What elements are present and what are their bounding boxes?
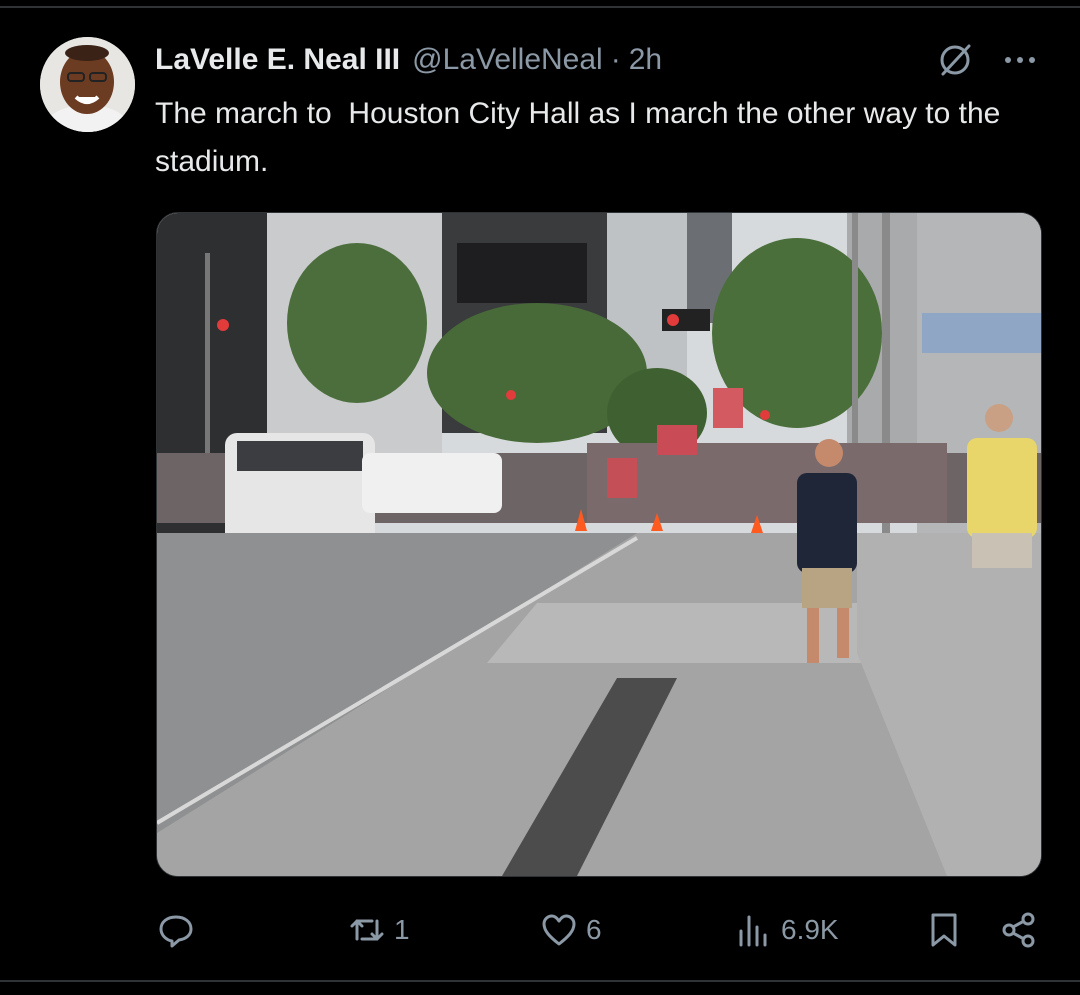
top-divider xyxy=(0,6,1080,8)
tweet-actions: 1 6 6.9K xyxy=(0,905,1080,955)
tweet-text: The march to Houston City Hall as I marc… xyxy=(155,97,1009,178)
tweet-header: LaVelle E. Neal III @LaVelleNeal · 2h xyxy=(155,40,662,80)
repost-count: 1 xyxy=(394,914,410,945)
grok-icon[interactable] xyxy=(935,40,975,80)
author-display-name[interactable]: LaVelle E. Neal III xyxy=(155,43,400,77)
reply-button[interactable] xyxy=(157,905,203,955)
author-handle[interactable]: @LaVelleNeal xyxy=(412,43,603,77)
header-separator: · xyxy=(610,43,621,76)
views-count: 6.9K xyxy=(781,914,839,945)
repost-icon xyxy=(350,919,384,941)
views-icon xyxy=(739,915,767,947)
tweet-photo[interactable] xyxy=(156,212,1042,877)
avatar[interactable] xyxy=(40,37,135,132)
reply-icon xyxy=(159,915,193,948)
bookmark-button[interactable] xyxy=(925,905,963,955)
like-button[interactable]: 6 xyxy=(540,905,602,955)
heart-icon xyxy=(542,914,576,946)
share-button[interactable] xyxy=(1000,905,1038,955)
views-button[interactable]: 6.9K xyxy=(735,905,839,955)
more-options-icon[interactable] xyxy=(1000,48,1040,72)
post-time[interactable]: 2h xyxy=(629,43,662,77)
share-icon xyxy=(1002,912,1035,948)
repost-button[interactable]: 1 xyxy=(348,905,410,955)
bottom-divider xyxy=(0,980,1080,982)
like-count: 6 xyxy=(586,914,602,945)
bookmark-icon xyxy=(931,913,957,947)
